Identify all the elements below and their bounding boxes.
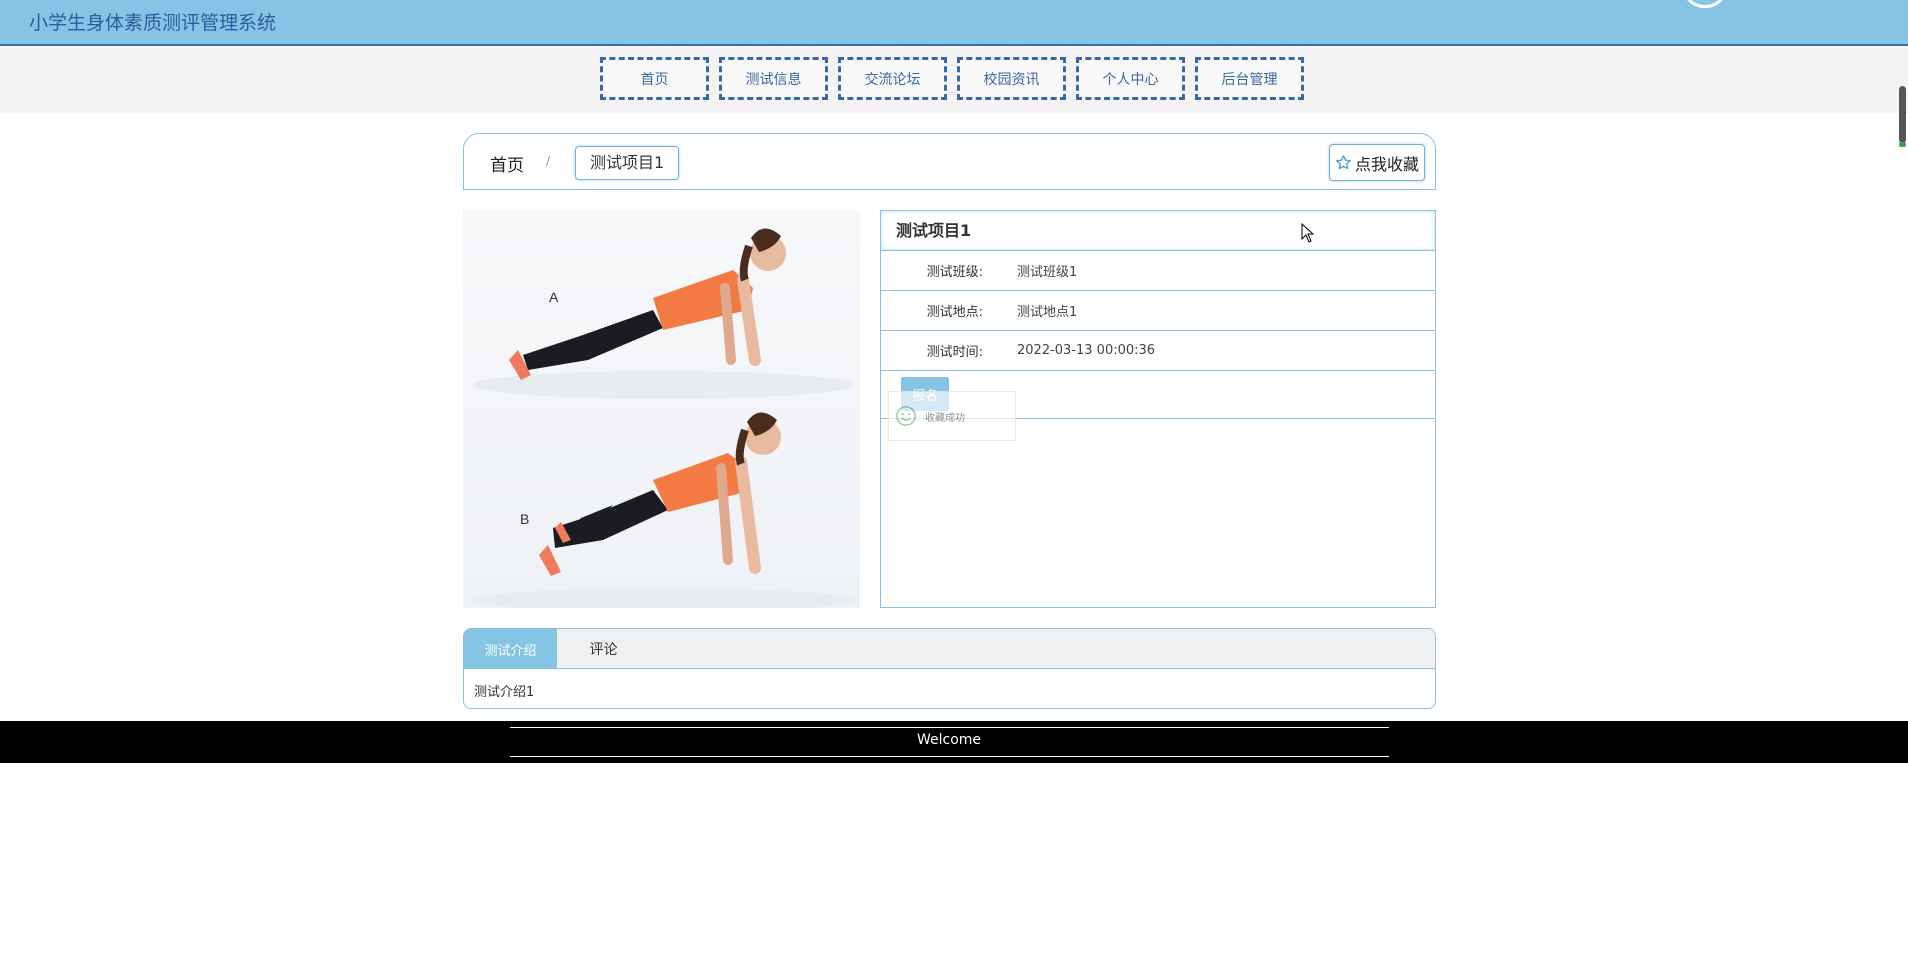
nav-item-admin[interactable]: 后台管理 [1195, 57, 1304, 100]
nav-item-home[interactable]: 首页 [600, 57, 709, 100]
toast-text: 收藏成功 [925, 412, 965, 424]
detail-value: 测试地点1 [1017, 305, 1078, 320]
breadcrumb-current: 测试项目1 [575, 146, 680, 180]
scrollbar-thumb[interactable] [1899, 86, 1906, 147]
top-header: 小学生身体素质测评管理系统 [0, 0, 1908, 46]
avatar[interactable] [1681, 0, 1729, 8]
breadcrumb: 首页 / 测试项目1 点我收藏 [463, 133, 1436, 190]
nav-bar: 首页 测试信息 交流论坛 校园资讯 个人中心 后台管理 [0, 46, 1908, 113]
detail-row-location: 测试地点: 测试地点1 [881, 291, 1435, 331]
detail-label: 测试班级: [926, 265, 983, 280]
detail-label: 测试地点: [926, 305, 983, 320]
nav-item-forum[interactable]: 交流论坛 [838, 57, 947, 100]
tab-comments[interactable]: 评论 [557, 629, 650, 669]
favorite-button[interactable]: 点我收藏 [1329, 144, 1425, 181]
tab-test-intro[interactable]: 测试介绍 [464, 629, 557, 669]
nav-item-personal-center[interactable]: 个人中心 [1076, 57, 1185, 100]
detail-value: 2022-03-13 00:00:36 [1017, 343, 1156, 358]
detail-title: 测试项目1 [881, 211, 1435, 251]
star-icon [1336, 155, 1351, 170]
nav-item-test-info[interactable]: 测试信息 [719, 57, 828, 100]
breadcrumb-separator: / [546, 154, 551, 168]
footer-divider [510, 727, 1389, 728]
detail-row-time: 测试时间: 2022-03-13 00:00:36 [881, 331, 1435, 371]
nav-item-campus-news[interactable]: 校园资讯 [957, 57, 1066, 100]
detail-value: 测试班级1 [1017, 265, 1078, 280]
footer-divider [510, 756, 1389, 757]
site-title: 小学生身体素质测评管理系统 [29, 12, 277, 34]
plank-illustration: A B [473, 228, 853, 608]
favorite-button-label: 点我收藏 [1354, 154, 1419, 174]
toast-message: 收藏成功 [888, 391, 1016, 441]
image-marker-b: B [520, 511, 529, 527]
tab-content: 测试介绍1 [474, 685, 535, 700]
test-item-image: A B [463, 210, 860, 608]
mouse-cursor-icon [1301, 223, 1315, 243]
detail-label: 测试时间: [926, 345, 983, 360]
footer: Welcome [0, 721, 1908, 763]
detail-row-class: 测试班级: 测试班级1 [881, 251, 1435, 291]
tab-header: 测试介绍 评论 [464, 629, 1435, 669]
detail-tabs: 测试介绍 评论 测试介绍1 [463, 628, 1436, 709]
image-marker-a: A [549, 289, 559, 305]
footer-text: Welcome [916, 732, 982, 748]
smile-icon [896, 406, 916, 426]
breadcrumb-home[interactable]: 首页 [490, 151, 524, 176]
